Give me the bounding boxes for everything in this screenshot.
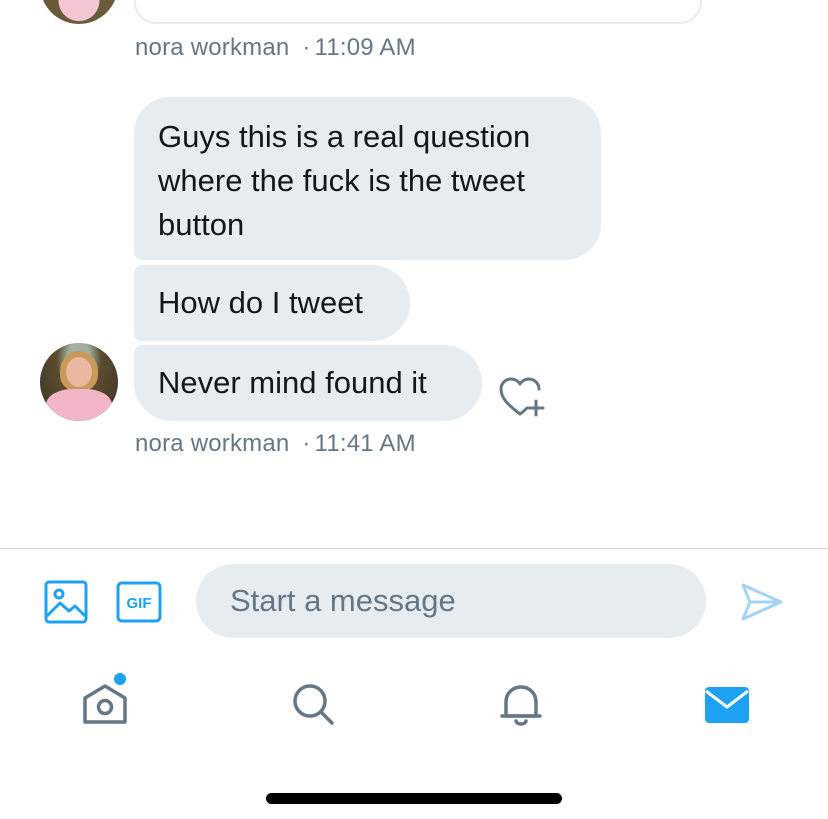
message-bubble[interactable]: Never mind found it [134, 345, 482, 421]
home-indicator[interactable] [266, 793, 562, 804]
message-text: Guys this is a real question where the f… [158, 119, 531, 242]
gif-button[interactable]: GIF [116, 581, 162, 623]
search-icon[interactable] [288, 680, 338, 730]
message-bubble[interactable] [134, 0, 702, 24]
envelope-icon[interactable] [702, 680, 752, 730]
gif-label: GIF [127, 595, 152, 612]
message-time: 11:41 AM [314, 430, 416, 457]
meta-separator: · [302, 430, 311, 457]
send-icon[interactable] [740, 582, 784, 622]
notification-dot [114, 673, 126, 685]
gif-icon: GIF [116, 581, 162, 623]
avatar-face [66, 357, 92, 387]
sender-name: nora workman [135, 34, 290, 61]
message-input[interactable] [196, 564, 706, 638]
avatar-shirt [46, 389, 112, 421]
avatar[interactable] [40, 0, 118, 24]
home-icon[interactable] [80, 680, 130, 730]
message-bubble[interactable]: Guys this is a real question where the f… [134, 97, 601, 260]
message-meta: nora workman · 11:09 AM [135, 34, 416, 62]
dm-conversation-screen: nora workman · 11:09 AM Guys this is a re… [0, 0, 828, 819]
message-meta: nora workman · 11:41 AM [135, 430, 416, 458]
bell-icon[interactable] [496, 680, 546, 730]
avatar[interactable] [40, 343, 118, 421]
sender-name: nora workman [135, 430, 290, 457]
message-bubble[interactable]: How do I tweet [134, 265, 410, 341]
message-text: How do I tweet [158, 285, 364, 320]
like-heart-plus-icon[interactable] [498, 374, 546, 418]
message-text: Never mind found it [158, 365, 427, 400]
image-icon[interactable] [44, 580, 88, 624]
meta-separator: · [302, 34, 311, 61]
composer-divider [0, 548, 828, 549]
message-time: 11:09 AM [314, 34, 416, 61]
